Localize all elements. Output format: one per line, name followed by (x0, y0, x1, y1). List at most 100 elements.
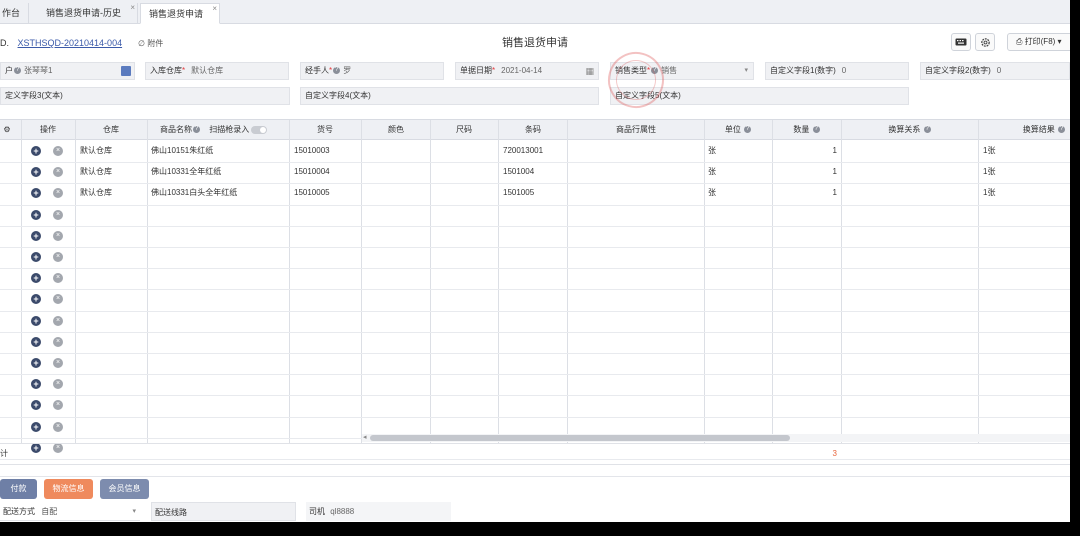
handler-field[interactable]: 经手人*? 罗 (300, 62, 444, 80)
cell-barcode[interactable]: 1501004 (503, 162, 534, 182)
delete-row-icon[interactable]: × (53, 421, 63, 432)
delete-row-icon[interactable]: × (53, 336, 63, 347)
header-barcode: 条码 (525, 125, 541, 134)
chevron-down-icon[interactable]: ▾ (744, 63, 748, 79)
calendar-icon[interactable]: ▦ (585, 63, 594, 79)
cell-conv-result[interactable]: 1张 (983, 183, 995, 203)
cell-product[interactable]: 佛山10331全年红纸 (151, 162, 221, 182)
header-attr: 商品行属性 (616, 125, 656, 134)
custom3-label: 定义字段3(文本) (5, 91, 63, 100)
add-row-icon[interactable]: + (31, 167, 41, 178)
cell-item-no[interactable]: 15010005 (294, 183, 330, 203)
delete-row-icon[interactable]: × (53, 188, 63, 199)
header-warehouse: 仓库 (103, 125, 119, 134)
delete-row-icon[interactable]: × (53, 230, 63, 241)
cell-qty[interactable]: 1 (773, 183, 837, 203)
keyboard-icon (955, 38, 967, 46)
print-button[interactable]: ⎙ 打印(F8) ▾ (1007, 33, 1070, 51)
scan-toggle[interactable] (251, 125, 268, 134)
customer-value: 张琴琴1 (24, 66, 53, 75)
cell-warehouse[interactable]: 默认仓库 (80, 141, 112, 161)
cell-qty[interactable]: 1 (773, 141, 837, 161)
close-icon[interactable]: × (212, 0, 217, 19)
cell-conv-result[interactable]: 1张 (983, 141, 995, 161)
settings-button[interactable] (975, 33, 995, 51)
custom-field-2[interactable]: 自定义字段2(数字) 0 (920, 62, 1070, 80)
add-row-icon[interactable]: + (31, 230, 41, 241)
header-qty: 数量 ? (773, 120, 841, 140)
add-row-icon[interactable]: + (31, 421, 41, 432)
tab-sales-return-history[interactable]: 销售退货申请-历史 × (38, 3, 138, 24)
close-icon[interactable]: × (130, 0, 135, 18)
custom-field-1[interactable]: 自定义字段1(数字) 0 (765, 62, 909, 80)
required-mark: * (492, 66, 496, 75)
delete-row-icon[interactable]: × (53, 294, 63, 305)
cell-barcode[interactable]: 720013001 (503, 141, 543, 161)
scrollbar-thumb[interactable] (370, 435, 790, 441)
row-divider (0, 310, 1070, 312)
add-row-icon[interactable]: + (31, 315, 41, 326)
customer-select-icon[interactable] (121, 66, 131, 76)
cell-unit[interactable]: 张 (708, 162, 716, 182)
add-row-icon[interactable]: + (31, 358, 41, 368)
cell-barcode[interactable]: 1501005 (503, 183, 534, 203)
gear-icon (980, 37, 990, 47)
member-info-button[interactable]: 会员信息 (100, 479, 149, 499)
driver-field[interactable]: 司机 ql8888 (306, 502, 451, 521)
add-row-icon[interactable]: + (31, 252, 41, 262)
delivery-label: 配送方式 (3, 507, 35, 516)
row-divider (0, 416, 1070, 418)
warehouse-field[interactable]: 入库仓库* 默认仓库 (145, 62, 289, 80)
add-row-icon[interactable]: + (31, 188, 41, 199)
add-row-icon[interactable]: + (31, 379, 41, 390)
delete-row-icon[interactable]: × (53, 358, 63, 368)
column-settings-icon[interactable]: ⚙ (0, 120, 14, 140)
delete-row-icon[interactable]: × (53, 379, 63, 390)
delivery-method-field[interactable]: 配送方式 自配 ▾ (0, 502, 140, 521)
delete-row-icon[interactable]: × (53, 273, 63, 284)
delete-row-icon[interactable]: × (53, 146, 63, 156)
delete-row-icon[interactable]: × (53, 315, 63, 326)
required-mark: * (329, 66, 333, 75)
custom-field-4[interactable]: 自定义字段4(文本) (300, 87, 599, 105)
delete-row-icon[interactable]: × (53, 209, 63, 220)
delete-row-icon[interactable]: × (53, 252, 63, 262)
tab-workbench[interactable]: 作台 (0, 3, 30, 24)
customer-field[interactable]: 户? 张琴琴1 (0, 62, 135, 80)
cell-warehouse[interactable]: 默认仓库 (80, 162, 112, 182)
header-unit-label: 单位 (724, 125, 741, 134)
horizontal-scrollbar[interactable]: ◂ (362, 434, 1070, 442)
tab-sales-return[interactable]: 销售退货申请 × (140, 3, 220, 24)
custom1-value: 0 (841, 66, 847, 75)
cell-conv-result[interactable]: 1张 (983, 162, 995, 182)
add-row-icon[interactable]: + (31, 294, 41, 305)
delete-row-icon[interactable]: × (53, 167, 63, 178)
cell-item-no[interactable]: 15010003 (294, 141, 330, 161)
pay-button[interactable]: 付款 (0, 479, 37, 499)
custom-field-3[interactable]: 定义字段3(文本) (0, 87, 290, 105)
add-row-icon[interactable]: + (31, 146, 41, 156)
total-qty: 3 (832, 449, 837, 458)
doc-date-field[interactable]: 单据日期* 2021-04-14 ▦ (455, 62, 599, 80)
help-icon: ? (333, 67, 341, 75)
cell-qty[interactable]: 1 (773, 162, 837, 182)
add-row-icon[interactable]: + (31, 336, 41, 347)
delivery-route-field[interactable]: 配送线路 (151, 502, 296, 521)
add-row-icon[interactable]: + (31, 400, 41, 411)
cell-product[interactable]: 佛山10331白头全年红纸 (151, 183, 237, 203)
delete-row-icon[interactable]: × (53, 400, 63, 411)
keyboard-button[interactable] (951, 33, 971, 51)
add-row-icon[interactable]: + (31, 209, 41, 220)
cell-item-no[interactable]: 15010004 (294, 162, 330, 182)
cell-product[interactable]: 佛山10151朱红纸 (151, 141, 213, 161)
scroll-left-icon[interactable]: ◂ (363, 433, 367, 441)
cell-unit[interactable]: 张 (708, 141, 716, 161)
add-row-icon[interactable]: + (31, 273, 41, 284)
doc-date-label: 单据日期 (460, 66, 492, 75)
logistics-info-button[interactable]: 物流信息 (44, 479, 93, 499)
row-divider (0, 331, 1070, 333)
cell-unit[interactable]: 张 (708, 183, 716, 203)
cell-warehouse[interactable]: 默认仓库 (80, 183, 112, 203)
required-mark: * (182, 66, 186, 75)
chevron-down-icon[interactable]: ▾ (132, 502, 136, 521)
